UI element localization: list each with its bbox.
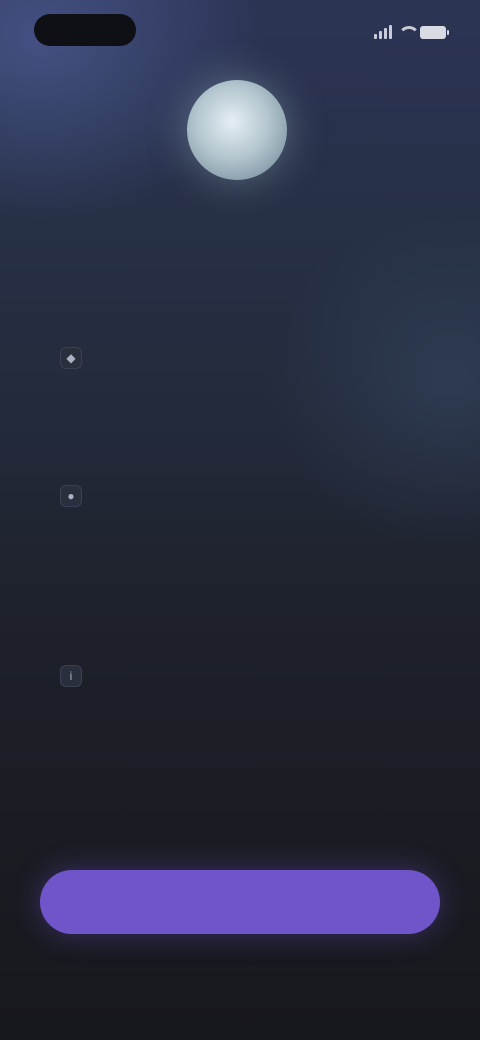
status-time: [34, 14, 136, 46]
section-3-header: i: [60, 664, 420, 688]
section-2-header: ●: [60, 484, 420, 508]
wifi-icon: [398, 26, 420, 38]
shield-icon: ◆: [60, 347, 82, 369]
lock-icon: ●: [60, 485, 82, 507]
status-icons: [374, 22, 449, 42]
screen: ◆ ● i: [0, 0, 480, 1040]
section-1: ◆: [60, 346, 420, 380]
orb-icon: [187, 80, 287, 180]
section-1-header: ◆: [60, 346, 420, 370]
continue-button[interactable]: [40, 870, 440, 934]
info-icon: i: [60, 665, 82, 687]
battery-icon: [420, 25, 449, 39]
section-3: i: [60, 664, 420, 698]
signal-icon: [374, 25, 392, 39]
section-2: ●: [60, 484, 420, 518]
status-bar: [0, 0, 480, 60]
